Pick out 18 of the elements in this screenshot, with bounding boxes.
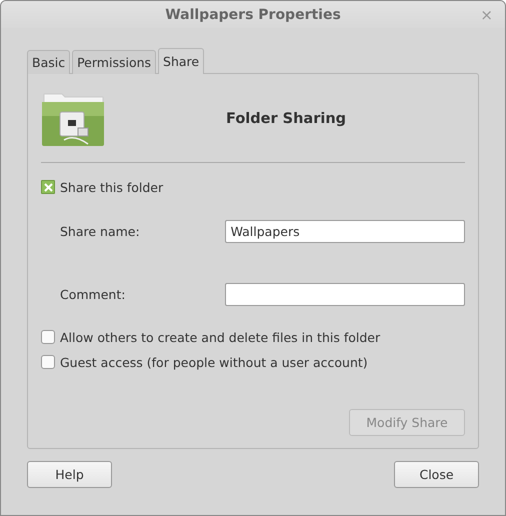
shared-folder-icon [42, 92, 106, 146]
field-label: Share name: [60, 224, 141, 239]
checkbox-label: Share this folder [60, 180, 164, 194]
section-heading: Folder Sharing [226, 111, 346, 127]
input-field[interactable] [224, 283, 465, 306]
dialog-button[interactable]: Close [394, 461, 479, 488]
dialog-button[interactable]: Help [27, 461, 112, 488]
checkbox-label: Guest access (for people without a user account) [60, 354, 368, 370]
checkbox[interactable] [41, 355, 55, 369]
checkbox[interactable] [41, 330, 55, 344]
tab[interactable]: Share [158, 48, 204, 74]
tab[interactable]: Basic [27, 50, 70, 74]
field-label: Comment: [60, 287, 126, 302]
window-title: Wallpapers Properties [165, 6, 341, 22]
input-field[interactable]: Wallpapers [224, 220, 465, 243]
checkbox[interactable] [41, 180, 55, 194]
checkbox-label: Allow others to create and delete files in this folder [60, 330, 380, 344]
tab[interactable]: Permissions [72, 50, 156, 74]
